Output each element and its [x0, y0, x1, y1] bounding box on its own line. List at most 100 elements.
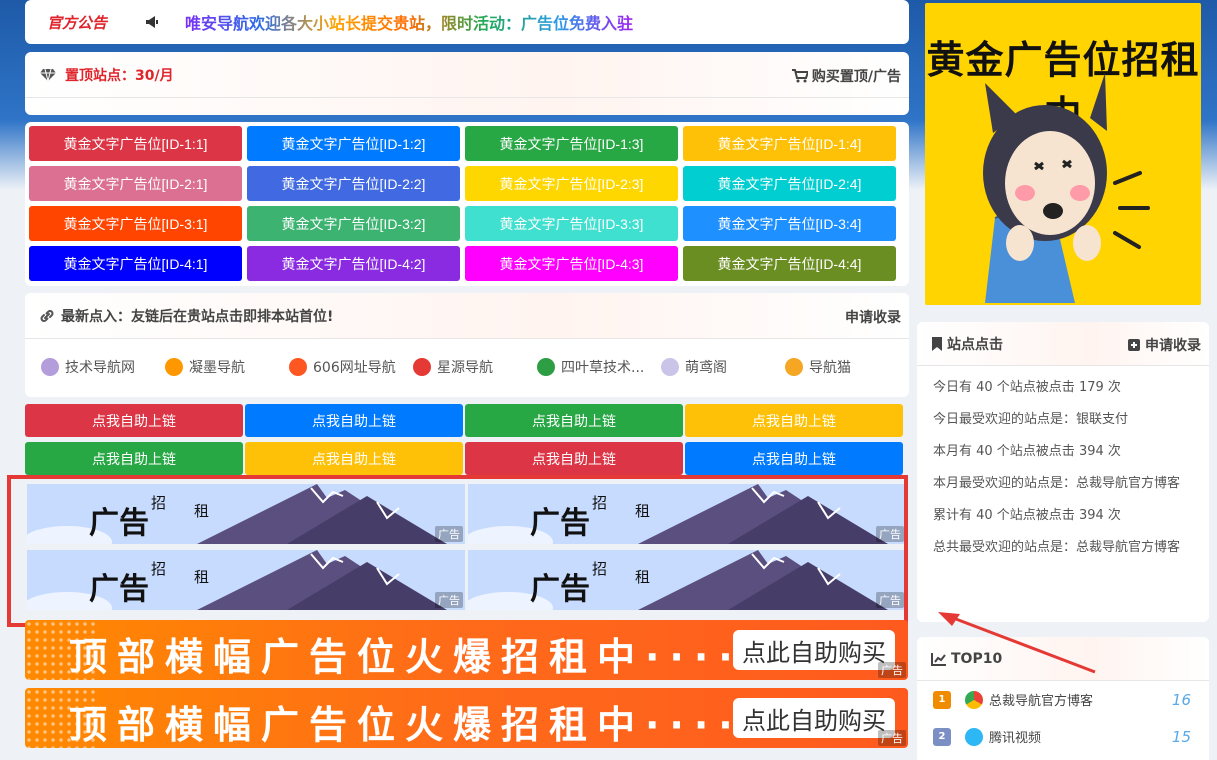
notice-text: 唯安导航欢迎各大小站长提交贵站，限时活动：广告位免费入驻	[185, 10, 633, 34]
newest-title: 最新点入：友链后在贵站点击即排本站首位!	[61, 308, 334, 325]
banner-ad[interactable]: 广告招租广告	[27, 549, 465, 610]
bookmark-icon	[931, 336, 943, 352]
text-ad-slot[interactable]: 黄金文字广告位[ID-4:3]	[465, 246, 678, 281]
newest-apply-link[interactable]: 申请收录	[845, 307, 901, 327]
self-buy-button[interactable]: 点此自助购买	[733, 698, 895, 738]
banner-ad-text: 租	[635, 567, 651, 586]
self-link-button[interactable]: 点我自助上链	[245, 404, 463, 437]
chrome-icon	[965, 690, 983, 709]
stats-line: 本月最受欢迎的站点是：总裁导航官方博客	[933, 476, 1181, 491]
text-ad-slot[interactable]: 黄金文字广告位[ID-4:1]	[29, 246, 242, 281]
text-ad-slot[interactable]: 黄金文字广告位[ID-2:4]	[683, 166, 896, 201]
tencent-video-icon	[965, 727, 983, 746]
cat-badge-icon	[785, 358, 803, 376]
top10-panel: TOP10 1 总裁导航官方博客 16 2 腾讯视频 15	[917, 637, 1209, 760]
banner-ad-text: 广告	[530, 571, 590, 607]
self-link-button[interactable]: 点我自助上链	[685, 404, 903, 437]
banner-ad-text: 广告	[89, 571, 149, 607]
self-link-button[interactable]: 点我自助上链	[25, 442, 243, 475]
crown-rank-icon: 2	[933, 727, 951, 746]
friend-link[interactable]: 导航猫	[785, 357, 909, 377]
ad-tag: 广告	[876, 591, 904, 608]
banner-ad-text: 租	[194, 567, 210, 586]
top10-item[interactable]: 1 总裁导航官方博客 16	[917, 681, 1209, 718]
text-ad-slot[interactable]: 黄金文字广告位[ID-3:3]	[465, 206, 678, 241]
banner-ad[interactable]: 广告招租广告	[468, 549, 906, 610]
number-six-icon	[289, 358, 307, 376]
newest-clicks-panel: 最新点入：友链后在贵站点击即排本站首位! 申请收录 技术导航网 凝墨导航 606网址…	[25, 293, 909, 397]
cloud-icon	[41, 358, 59, 376]
crown-rank-icon: 1	[933, 690, 951, 709]
megaphone-icon	[145, 15, 159, 29]
self-buy-button[interactable]: 点此自助购买	[733, 630, 895, 670]
ad-tag: 广告	[435, 526, 463, 542]
plus-square-icon	[1128, 339, 1140, 351]
pin-panel: 置顶站点：30/月 购买置顶/广告	[25, 52, 909, 115]
text-ad-slot[interactable]: 黄金文字广告位[ID-2:1]	[29, 166, 242, 201]
stats-apply-label: 申请收录	[1145, 338, 1201, 354]
anime-avatar-icon	[661, 358, 679, 376]
stats-line: 今日有 40 个站点被点击 179 次	[933, 380, 1121, 395]
self-link-button[interactable]: 点我自助上链	[465, 442, 683, 475]
notice-tag: 官方公告	[47, 13, 108, 32]
friend-link-name: 技术导航网	[65, 360, 135, 376]
banner-ad-text: 招	[151, 559, 167, 578]
orange-banner-ad[interactable]: 顶部横幅广告位火爆招租中······ 点此自助购买 广告	[25, 688, 908, 748]
text-ad-slot[interactable]: 黄金文字广告位[ID-4:2]	[247, 246, 460, 281]
banner-ad-text: 招	[592, 559, 608, 578]
top10-item-count: 16	[1171, 690, 1191, 709]
text-ad-slot[interactable]: 黄金文字广告位[ID-1:3]	[465, 126, 678, 161]
friend-link[interactable]: 606网址导航	[289, 357, 413, 377]
orange-banner-ad[interactable]: 顶部横幅广告位火爆招租中······ 点此自助购买 广告	[25, 620, 908, 680]
text-ad-slot[interactable]: 黄金文字广告位[ID-3:1]	[29, 206, 242, 241]
orange-banner-slogan: 顶部横幅广告位火爆招租中······	[69, 635, 792, 679]
top10-item[interactable]: 2 腾讯视频 15	[917, 718, 1209, 755]
banner-ad-grid: 广告招租广告 广告招租广告 广告招租广告 广告招租广告	[27, 484, 907, 610]
trend-chart-icon	[931, 652, 947, 666]
banner-ad[interactable]: 广告招租广告	[468, 484, 906, 544]
sidebar-ad[interactable]: 黄金广告位招租中	[925, 3, 1201, 305]
ad-tag: 广告	[878, 730, 906, 746]
text-ad-slot[interactable]: 黄金文字广告位[ID-2:3]	[465, 166, 678, 201]
text-ad-slot[interactable]: 黄金文字广告位[ID-2:2]	[247, 166, 460, 201]
top10-title: TOP10	[951, 650, 1003, 667]
colorful-logo-icon	[165, 358, 183, 376]
text-ad-slot[interactable]: 黄金文字广告位[ID-1:1]	[29, 126, 242, 161]
friend-link[interactable]: 四叶草技术...	[537, 357, 661, 377]
self-link-button[interactable]: 点我自助上链	[465, 404, 683, 437]
friend-link[interactable]: 星源导航	[413, 357, 537, 377]
banner-ad-text: 租	[635, 502, 651, 520]
top10-item-name: 总裁导航官方博客	[989, 694, 1094, 709]
self-link-button[interactable]: 点我自助上链	[245, 442, 463, 475]
friend-link[interactable]: 技术导航网	[41, 357, 165, 377]
banner-ad-text: 招	[592, 494, 608, 512]
top10-item-count: 15	[1171, 727, 1191, 746]
friend-link[interactable]: 凝墨导航	[165, 357, 289, 377]
friend-link-name: 萌鸢阁	[685, 360, 727, 376]
stats-line: 累计有 40 个站点被点击 394 次	[933, 508, 1121, 523]
banner-ad[interactable]: 广告招租广告	[27, 484, 465, 544]
star-source-icon	[413, 358, 431, 376]
stats-line: 总共最受欢迎的站点是：总裁导航官方博客	[933, 540, 1181, 555]
banner-ad-text: 广告	[530, 506, 590, 541]
self-link-button[interactable]: 点我自助上链	[25, 404, 243, 437]
site-clicks-panel: 站点点击 申请收录 今日有 40 个站点被点击 179 次今日最受欢迎的站点是：…	[917, 322, 1209, 622]
self-link-buttons: 点我自助上链 点我自助上链 点我自助上链 点我自助上链 点我自助上链 点我自助上链 点我自助…	[25, 404, 905, 475]
text-ad-slot[interactable]: 黄金文字广告位[ID-1:4]	[683, 126, 896, 161]
notice-bar: 官方公告 唯安导航欢迎各大小站长提交贵站，限时活动：广告位免费入驻	[25, 0, 909, 44]
friend-link-name: 四叶草技术...	[561, 360, 645, 376]
text-ad-slot[interactable]: 黄金文字广告位[ID-1:2]	[247, 126, 460, 161]
text-ad-slot[interactable]: 黄金文字广告位[ID-3:2]	[247, 206, 460, 241]
friend-link-name: 导航猫	[809, 360, 851, 376]
ad-tag: 广告	[876, 526, 904, 542]
friend-link-name: 星源导航	[437, 360, 493, 376]
stats-apply-link[interactable]: 申请收录	[1127, 335, 1201, 355]
self-link-button[interactable]: 点我自助上链	[685, 442, 903, 475]
banner-ad-text: 租	[194, 502, 210, 520]
pin-title: 置顶站点：30/月	[65, 67, 174, 84]
text-ad-slot[interactable]: 黄金文字广告位[ID-4:4]	[683, 246, 896, 281]
ad-tag: 广告	[435, 591, 463, 608]
text-ad-slot[interactable]: 黄金文字广告位[ID-3:4]	[683, 206, 896, 241]
friend-link[interactable]: 萌鸢阁	[661, 357, 785, 377]
buy-pin-button[interactable]: 购买置顶/广告	[791, 66, 901, 86]
